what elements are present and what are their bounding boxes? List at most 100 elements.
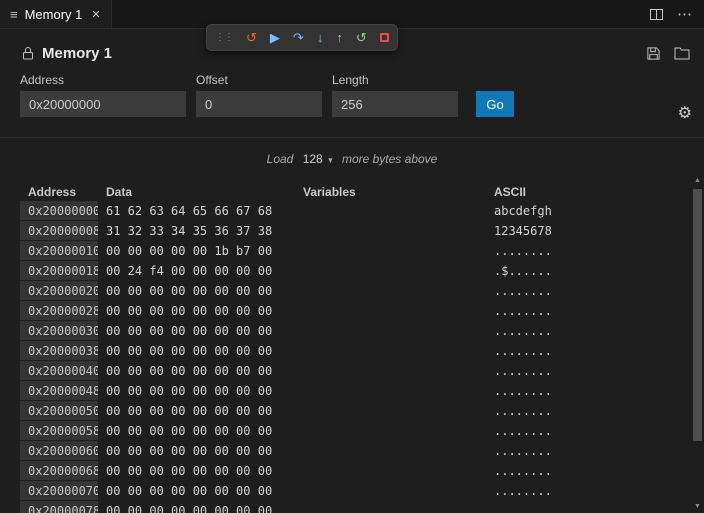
save-icon[interactable] [646, 46, 661, 61]
row-data[interactable]: 00 00 00 00 00 00 00 00 [98, 401, 295, 421]
row-data[interactable]: 00 00 00 00 00 00 00 00 [98, 481, 295, 501]
row-ascii: ........ [486, 381, 688, 401]
row-ascii: ........ [486, 501, 688, 513]
tab-title: Memory 1 [25, 7, 83, 22]
col-header-data: Data [98, 185, 295, 199]
restart-icon[interactable]: ↺ [356, 31, 367, 44]
address-input[interactable] [20, 91, 186, 117]
debug-toolbar: ⋮⋮ ↺ ▶ ↷ ↓ ↑ ↺ [206, 24, 398, 51]
row-address: 0x20000068 [20, 461, 98, 481]
step-over-icon[interactable]: ↷ [293, 31, 304, 44]
memory-view-icon: ≡ [10, 7, 18, 22]
address-form: Address Offset Length Go [0, 69, 704, 117]
row-data[interactable]: 00 00 00 00 00 00 00 00 [98, 421, 295, 441]
vertical-scrollbar[interactable]: ▲ ▼ [692, 176, 703, 513]
gear-icon[interactable]: ⚙ [678, 103, 692, 123]
scroll-up-icon[interactable]: ▲ [692, 176, 703, 186]
row-variables [295, 321, 486, 341]
length-label: Length [332, 73, 458, 87]
reset-device-icon[interactable]: ↺ [246, 31, 257, 44]
col-header-variables: Variables [295, 185, 486, 199]
table-row[interactable]: 0x20000028 00 00 00 00 00 00 00 00 .....… [20, 301, 688, 321]
chevron-down-icon[interactable]: ▾ [328, 155, 333, 165]
row-address: 0x20000058 [20, 421, 98, 441]
length-input[interactable] [332, 91, 458, 117]
row-ascii: 12345678 [486, 221, 688, 241]
row-data[interactable]: 00 00 00 00 00 00 00 00 [98, 381, 295, 401]
row-ascii: ........ [486, 341, 688, 361]
open-folder-icon[interactable] [674, 46, 690, 60]
table-row[interactable]: 0x20000058 00 00 00 00 00 00 00 00 .....… [20, 421, 688, 441]
table-row[interactable]: 0x20000078 00 00 00 00 00 00 00 00 .....… [20, 501, 688, 513]
offset-input[interactable] [196, 91, 322, 117]
row-data[interactable]: 00 00 00 00 00 00 00 00 [98, 341, 295, 361]
scroll-down-icon[interactable]: ▼ [692, 502, 703, 512]
go-button[interactable]: Go [476, 91, 514, 117]
stop-icon[interactable] [380, 33, 389, 42]
row-variables [295, 341, 486, 361]
row-data[interactable]: 00 00 00 00 00 1b b7 00 [98, 241, 295, 261]
table-row[interactable]: 0x20000048 00 00 00 00 00 00 00 00 .....… [20, 381, 688, 401]
scrollbar-thumb[interactable] [693, 189, 702, 441]
table-row[interactable]: 0x20000068 00 00 00 00 00 00 00 00 .....… [20, 461, 688, 481]
row-address: 0x20000048 [20, 381, 98, 401]
drag-grip-icon[interactable]: ⋮⋮ [215, 32, 233, 43]
step-into-icon[interactable]: ↓ [317, 31, 324, 44]
load-count-select[interactable]: 128 [303, 152, 323, 166]
table-row[interactable]: 0x20000050 00 00 00 00 00 00 00 00 .....… [20, 401, 688, 421]
row-variables [295, 401, 486, 421]
row-data[interactable]: 00 24 f4 00 00 00 00 00 [98, 261, 295, 281]
row-data[interactable]: 00 00 00 00 00 00 00 00 [98, 321, 295, 341]
row-variables [295, 301, 486, 321]
row-address: 0x20000030 [20, 321, 98, 341]
row-ascii: abcdefgh [486, 201, 688, 221]
row-variables [295, 201, 486, 221]
lock-icon[interactable] [22, 46, 34, 60]
row-data[interactable]: 00 00 00 00 00 00 00 00 [98, 441, 295, 461]
row-variables [295, 281, 486, 301]
table-row[interactable]: 0x20000060 00 00 00 00 00 00 00 00 .....… [20, 441, 688, 461]
row-variables [295, 241, 486, 261]
load-label: Load [267, 152, 294, 166]
row-variables [295, 461, 486, 481]
step-out-icon[interactable]: ↑ [336, 31, 343, 44]
table-row[interactable]: 0x20000040 00 00 00 00 00 00 00 00 .....… [20, 361, 688, 381]
row-ascii: ........ [486, 301, 688, 321]
table-row[interactable]: 0x20000030 00 00 00 00 00 00 00 00 .....… [20, 321, 688, 341]
offset-field-group: Offset [196, 73, 322, 117]
table-row[interactable]: 0x20000010 00 00 00 00 00 1b b7 00 .....… [20, 241, 688, 261]
table-row[interactable]: 0x20000020 00 00 00 00 00 00 00 00 .....… [20, 281, 688, 301]
row-address: 0x20000060 [20, 441, 98, 461]
more-actions-icon[interactable]: ⋯ [677, 9, 692, 20]
close-icon[interactable]: ✕ [91, 8, 100, 21]
row-address: 0x20000020 [20, 281, 98, 301]
table-row[interactable]: 0x20000038 00 00 00 00 00 00 00 00 .....… [20, 341, 688, 361]
table-row[interactable]: 0x20000018 00 24 f4 00 00 00 00 00 .$...… [20, 261, 688, 281]
row-variables [295, 361, 486, 381]
table-row[interactable]: 0x20000070 00 00 00 00 00 00 00 00 .....… [20, 481, 688, 501]
table-header: Address Data Variables ASCII [20, 182, 688, 201]
row-data[interactable]: 00 00 00 00 00 00 00 00 [98, 301, 295, 321]
address-field-group: Address [20, 73, 186, 117]
tab-memory-1[interactable]: ≡ Memory 1 ✕ [0, 0, 112, 28]
row-address: 0x20000078 [20, 501, 98, 513]
load-more-above[interactable]: Load 128 ▾ more bytes above [0, 138, 704, 176]
row-data[interactable]: 00 00 00 00 00 00 00 00 [98, 501, 295, 513]
continue-icon[interactable]: ▶ [270, 31, 280, 44]
load-suffix: more bytes above [342, 152, 437, 166]
row-data[interactable]: 31 32 33 34 35 36 37 38 [98, 221, 295, 241]
row-data[interactable]: 00 00 00 00 00 00 00 00 [98, 281, 295, 301]
row-variables [295, 501, 486, 513]
row-ascii: ........ [486, 441, 688, 461]
table-row[interactable]: 0x20000008 31 32 33 34 35 36 37 38 12345… [20, 221, 688, 241]
table-row[interactable]: 0x20000000 61 62 63 64 65 66 67 68 abcde… [20, 201, 688, 221]
row-data[interactable]: 00 00 00 00 00 00 00 00 [98, 361, 295, 381]
row-variables [295, 481, 486, 501]
row-address: 0x20000010 [20, 241, 98, 261]
row-address: 0x20000000 [20, 201, 98, 221]
row-data[interactable]: 00 00 00 00 00 00 00 00 [98, 461, 295, 481]
row-address: 0x20000070 [20, 481, 98, 501]
row-address: 0x20000050 [20, 401, 98, 421]
row-data[interactable]: 61 62 63 64 65 66 67 68 [98, 201, 295, 221]
split-editor-icon[interactable] [650, 9, 663, 20]
